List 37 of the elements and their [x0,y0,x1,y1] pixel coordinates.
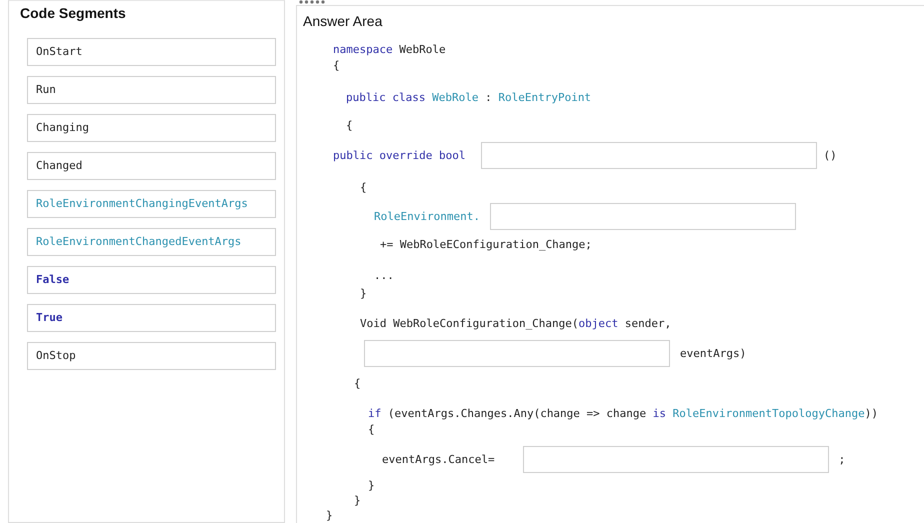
code-line: { [360,181,367,195]
code-segment[interactable]: Changed [27,152,276,180]
code-line: } [326,509,333,523]
code-segment[interactable]: OnStart [27,38,276,66]
code-segment[interactable]: True [27,304,276,332]
code-line: Void WebRoleConfiguration_Change(object sender, [360,317,672,331]
code-line: } [360,287,367,301]
code-line: { [346,119,353,133]
code-segment[interactable]: Run [27,76,276,104]
code-line: if (eventArgs.Changes.Any(change => change is RoleEnvironmentTopologyChange)) [368,407,878,421]
grip-icon[interactable] [299,0,325,4]
code-text: () [823,148,837,162]
code-line: { [333,59,340,73]
answer-slot[interactable] [481,142,818,169]
code-line: += WebRoleEConfiguration_Change; [380,238,592,252]
code-segment[interactable]: RoleEnvironmentChangingEventArgs [27,190,276,218]
code-line: namespace WebRole [333,43,446,57]
code-line: { [354,377,361,391]
answer-slot[interactable] [490,203,796,230]
code-line: } [354,494,361,508]
code-text: eventArgs) [680,346,746,360]
code-text: ; [838,452,846,466]
code-segment[interactable]: RoleEnvironmentChangedEventArgs [27,228,276,256]
panel-title: Code Segments [19,4,127,21]
code-text: RoleEnvironment. [374,210,480,224]
code-line: public class WebRole : RoleEntryPoint [346,91,592,105]
code-line: ... [374,269,394,283]
code-text: public override bool [333,148,466,162]
answer-slot[interactable] [522,446,829,473]
answer-slot[interactable] [364,340,670,367]
code-line: } [368,479,375,493]
code-segment[interactable]: Changing [27,114,276,142]
code-text: eventArgs.Cancel= [382,452,495,466]
panel-title: Answer Area [302,12,384,29]
code-segment[interactable]: OnStop [27,342,276,370]
code-segment[interactable]: False [27,266,276,294]
code-line: { [368,423,375,437]
